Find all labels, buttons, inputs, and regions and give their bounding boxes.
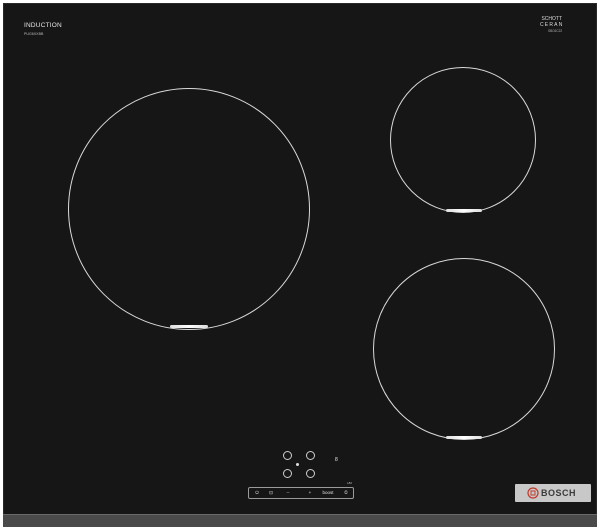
- cooking-zone-large[interactable]: [68, 88, 310, 330]
- child-lock-icon[interactable]: ⊡: [265, 488, 277, 498]
- zone-select-button-front-left[interactable]: [283, 469, 292, 478]
- zone-marker-large: [170, 325, 208, 328]
- zone-select-button-rear-left[interactable]: [283, 451, 292, 460]
- indicator-label: 8: [335, 457, 338, 463]
- power-icon[interactable]: ⏻: [251, 488, 263, 498]
- plus-icon[interactable]: +: [304, 488, 316, 498]
- hob-frame-edge: [3, 514, 597, 527]
- glass-code-label: SBC6C22: [548, 29, 563, 33]
- model-label: PUG6XXBB: [24, 32, 44, 36]
- type-label: INDUCTION: [24, 22, 62, 29]
- bar-label: L80: [347, 481, 353, 485]
- glass-brand-label: SCHOTT CERAN: [540, 16, 564, 28]
- bosch-logo-icon: [527, 487, 539, 499]
- cooking-zone-small[interactable]: [390, 67, 536, 213]
- zone-marker-medium: [446, 436, 482, 439]
- touch-control-bar: ⏻ ⊡ – + boost ⏲: [248, 487, 354, 499]
- zone-select-button-front-right[interactable]: [306, 469, 315, 478]
- cooking-zone-medium[interactable]: [373, 258, 555, 440]
- zone-select-button-rear-right[interactable]: [306, 451, 315, 460]
- center-dot-icon: [296, 463, 299, 466]
- zone-marker-small: [446, 209, 482, 212]
- timer-icon[interactable]: ⏲: [340, 488, 352, 498]
- boost-icon[interactable]: boost: [319, 488, 337, 498]
- glass-brand-line2: CERAN: [540, 22, 564, 28]
- brand-name: BOSCH: [541, 488, 577, 498]
- minus-icon[interactable]: –: [282, 488, 294, 498]
